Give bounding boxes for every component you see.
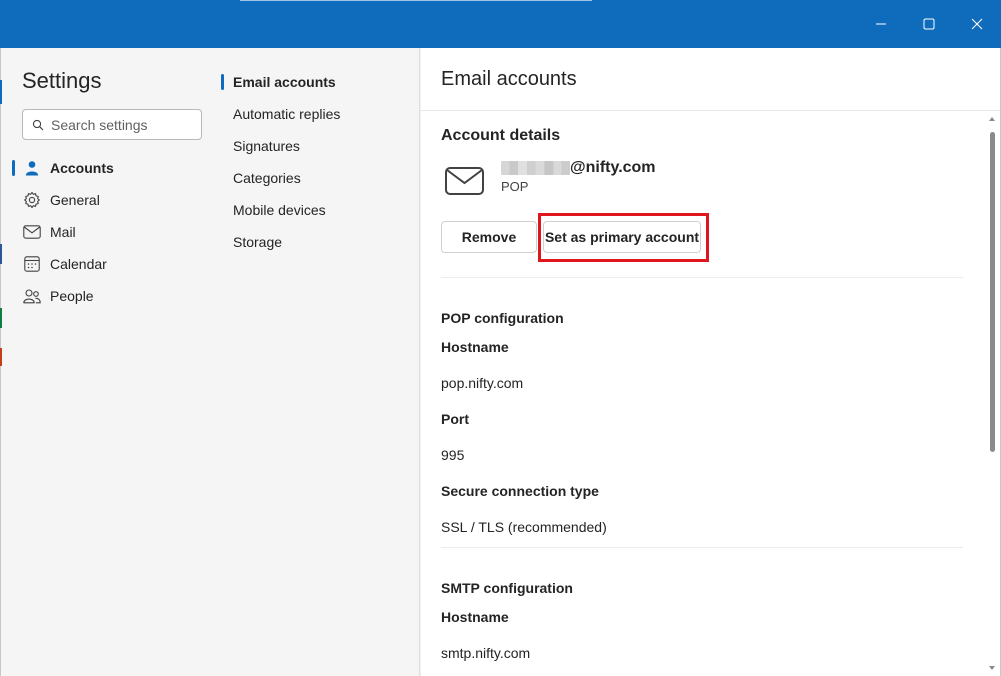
indicator-placeholder — [12, 288, 15, 304]
edge-fragment — [0, 80, 2, 104]
remove-account-button[interactable]: Remove — [441, 221, 537, 253]
content-scrollbar[interactable] — [986, 111, 999, 676]
smtp-hostname-label: Hostname — [441, 609, 509, 625]
nav-item-label: Mail — [50, 224, 76, 240]
maximize-icon — [923, 18, 935, 30]
subnav-item-signatures[interactable]: Signatures — [221, 132, 420, 160]
indicator-placeholder — [221, 106, 224, 122]
account-mail-icon — [445, 167, 484, 195]
scroll-thumb[interactable] — [990, 132, 995, 452]
pop-hostname-value: pop.nifty.com — [441, 375, 524, 391]
pop-hostname-label: Hostname — [441, 339, 509, 355]
search-icon — [32, 119, 44, 130]
subnav-item-storage[interactable]: Storage — [221, 228, 420, 256]
set-primary-account-button[interactable]: Set as primary account — [543, 221, 701, 253]
edge-fragment — [0, 308, 2, 328]
nav-item-label: General — [50, 192, 100, 208]
content-header: Email accounts — [421, 48, 1000, 111]
active-indicator — [12, 160, 15, 176]
indicator-placeholder — [221, 234, 224, 250]
nav-item-accounts[interactable]: Accounts — [12, 152, 212, 184]
pop-port-label: Port — [441, 411, 469, 427]
nav-item-label: Accounts — [50, 160, 114, 176]
accounts-subnav-pane: Email accounts Automatic replies Signatu… — [221, 48, 420, 676]
people-icon — [22, 286, 42, 306]
email-accounts-content: Email accounts Account details @nifty.co… — [421, 48, 1001, 676]
smtp-configuration-heading: SMTP configuration — [441, 580, 573, 596]
smtp-hostname-value: smtp.nifty.com — [441, 645, 531, 661]
minimize-icon — [876, 23, 886, 25]
settings-nav-pane: Settings Accounts General Mail — [0, 48, 221, 676]
subnav-item-mobile-devices[interactable]: Mobile devices — [221, 196, 420, 224]
pop-configuration-heading: POP configuration — [441, 310, 564, 326]
nav-item-mail[interactable]: Mail — [12, 216, 212, 248]
mail-icon — [22, 222, 42, 242]
nav-item-label: People — [50, 288, 94, 304]
subnav-item-label: Categories — [233, 170, 301, 186]
settings-title: Settings — [22, 68, 102, 93]
maximize-button[interactable] — [905, 0, 953, 48]
pop-secure-connection-value: SSL / TLS (recommended) — [441, 519, 607, 535]
scroll-down-arrow-icon[interactable] — [989, 666, 995, 670]
title-bar — [0, 0, 1001, 48]
indicator-placeholder — [221, 170, 224, 186]
account-details-heading: Account details — [441, 127, 561, 144]
subnav-item-email-accounts[interactable]: Email accounts — [221, 68, 420, 96]
subnav-item-label: Mobile devices — [233, 202, 326, 218]
close-button[interactable] — [953, 0, 1001, 48]
section-divider — [441, 277, 963, 278]
indicator-placeholder — [12, 256, 15, 272]
nav-item-label: Calendar — [50, 256, 107, 272]
search-settings-input[interactable] — [51, 116, 191, 133]
subnav-item-categories[interactable]: Categories — [221, 164, 420, 192]
indicator-placeholder — [12, 224, 15, 240]
nav-item-general[interactable]: General — [12, 184, 212, 216]
redacted-username — [501, 161, 570, 175]
indicator-placeholder — [221, 202, 224, 218]
pop-secure-connection-label: Secure connection type — [441, 483, 599, 499]
minimize-button[interactable] — [857, 0, 905, 48]
account-email: @nifty.com — [501, 159, 656, 177]
pop-port-value: 995 — [441, 447, 465, 463]
account-email-domain: @nifty.com — [570, 159, 656, 176]
subnav-item-label: Email accounts — [233, 74, 336, 90]
subnav-item-label: Storage — [233, 234, 283, 250]
subnav-item-automatic-replies[interactable]: Automatic replies — [221, 100, 420, 128]
nav-item-people[interactable]: People — [12, 280, 212, 312]
search-settings-box[interactable] — [22, 109, 202, 140]
subnav-item-label: Automatic replies — [233, 106, 341, 122]
scroll-up-arrow-icon[interactable] — [989, 117, 995, 121]
nav-item-calendar[interactable]: Calendar — [12, 248, 212, 280]
indicator-placeholder — [221, 138, 224, 154]
subnav-item-label: Signatures — [233, 138, 300, 154]
indicator-placeholder — [12, 192, 15, 208]
active-indicator — [221, 74, 224, 90]
edge-fragment — [0, 348, 2, 366]
title-bar-drag-region[interactable] — [240, 0, 592, 1]
account-type: POP — [501, 179, 529, 194]
gear-icon — [22, 190, 42, 210]
page-title: Email accounts — [441, 68, 577, 90]
calendar-icon — [22, 254, 42, 274]
edge-fragment — [0, 244, 2, 264]
person-icon — [22, 158, 42, 178]
close-icon — [971, 18, 983, 30]
section-divider — [441, 547, 963, 548]
background-app-edge — [0, 48, 2, 676]
